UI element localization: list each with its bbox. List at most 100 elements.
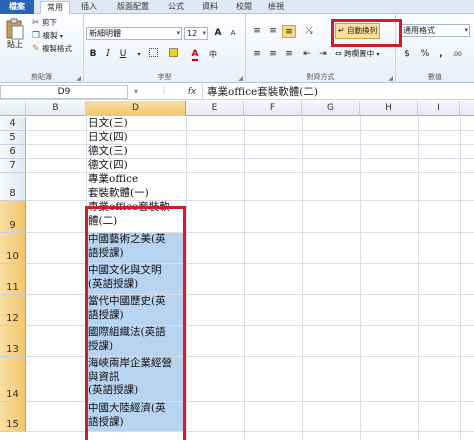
number-format-dropdown[interactable]: 通用格式 [400,24,470,37]
font-name-dropdown[interactable]: 新細明體 [86,27,182,40]
copy-button[interactable]: ❐ 複製 ▾ [32,31,63,42]
bold-button[interactable]: B [86,48,100,61]
tab-page-layout[interactable]: 版面配置 [110,1,156,14]
tab-formulas[interactable]: 公式 [162,1,190,14]
tab-view[interactable]: 檢視 [262,1,290,14]
tab-review[interactable]: 校閱 [230,1,258,14]
font-launcher-icon[interactable]: ◢ [238,75,243,82]
cut-button[interactable]: ✂ 剪下 [32,18,57,28]
italic-button[interactable]: I [101,48,115,61]
decrease-indent-button[interactable]: ⇤ [300,48,314,61]
grid-line [360,116,361,440]
alignment-group: ≡ ≡ ≡ ⤯ ↵ 自動換列 ≡ ≡ ≡ ⇤ ⇥ ⇔ 跨欄置中 ▾ 對齊方式 ◢ [246,14,396,83]
grow-font-button[interactable]: A [211,27,225,40]
insert-function-button[interactable]: fx [184,85,200,99]
formula-bar: D9 ▾ ⋮ fx 專業office套裝軟體(二) [0,84,474,100]
column-header-j[interactable] [460,101,474,116]
fill-color-button[interactable] [166,48,180,61]
row-header-14[interactable]: 14 [0,357,26,402]
row-header-8[interactable]: 8 [0,173,26,201]
tab-data[interactable]: 資料 [196,1,224,14]
wrap-text-button[interactable]: ↵ 自動換列 [335,23,381,39]
row-header-10[interactable]: 10 [0,233,26,264]
cell-d11[interactable]: 中國文化與文明 (英語授課) [86,264,184,294]
cell-text-line: 國際組織法(英語 [88,326,166,338]
column-header-d[interactable]: D [86,101,186,116]
align-bottom-icon: ≡ [285,27,293,37]
row-header-4[interactable]: 4 [0,117,26,131]
row-header-7[interactable]: 7 [0,159,26,173]
decimal-icon[interactable]: .00 [450,48,464,61]
underline-dropdown-icon[interactable]: ▾ [132,48,146,61]
row-header-15[interactable]: 15 [0,402,26,432]
currency-button[interactable]: $ [400,48,414,61]
border-button[interactable] [146,48,160,61]
tab-home[interactable]: 常用 [40,1,70,15]
row-header-11[interactable]: 11 [0,264,26,295]
decrease-indent-icon: ⇤ [303,49,311,59]
underline-button[interactable]: U [116,48,130,61]
ribbon: 貼上 ✂ 剪下 ❐ 複製 ▾ ✎ 複製格式 剪貼簿 ◢ 新細明體 12 A A … [0,14,474,83]
font-name-value: 新細明體 [89,29,121,38]
cell-d5[interactable]: 日文(四) [86,131,184,144]
column-header-b[interactable]: B [26,101,86,116]
paste-button[interactable]: 貼上 [3,18,27,50]
increase-indent-button[interactable]: ⇥ [316,48,330,61]
column-header-e[interactable]: E [186,101,244,116]
orientation-button[interactable]: ⤯ [302,25,316,38]
align-right-button[interactable]: ≡ [282,48,296,61]
cell-d7[interactable]: 德文(四) [86,159,184,172]
grid-line [418,116,419,440]
comma-button[interactable]: , [434,48,448,61]
cell-text-line: 海峽兩岸企業經營 [88,357,172,369]
name-box-dropdown-icon[interactable]: ▾ [134,87,138,96]
cell-d15[interactable]: 中國大陸經濟(英 語授課) [86,402,184,431]
align-center-icon: ≡ [269,49,277,59]
cell-d12[interactable]: 當代中國歷史(英 語授課) [86,295,184,325]
cut-label: 剪下 [41,18,57,27]
column-header-h[interactable]: H [360,101,418,116]
tab-insert[interactable]: 插入 [75,1,103,14]
cell-text-line: 套裝軟體(一) [88,186,149,199]
clipboard-launcher-icon[interactable]: ◢ [76,75,81,82]
row-header-9[interactable]: 9 [0,201,26,233]
font-size-dropdown[interactable]: 12 [184,27,208,40]
align-left-button[interactable]: ≡ [250,48,264,61]
cell-d8[interactable]: 專業office 套裝軟體(一) [86,173,184,200]
select-all-corner[interactable] [0,101,26,116]
cell-text-line: 當代中國歷史(英 [88,295,166,307]
align-center-button[interactable]: ≡ [266,48,280,61]
cell-text-line: 德文(三) [88,145,128,157]
name-box[interactable]: D9 [0,85,128,99]
cell-text-line: 中國大陸經濟(英 [88,402,166,414]
cell-text-line: 專業office [88,173,139,185]
cell-text-line: 中國文化與文明 [88,264,162,276]
font-size-value: 12 [187,29,198,38]
cell-d14[interactable]: 海峽兩岸企業經營 與資訊 (英語授課) [86,357,184,401]
column-header-g[interactable]: G [302,101,360,116]
column-header-f[interactable]: F [244,101,302,116]
row-header-6[interactable]: 6 [0,145,26,159]
format-painter-button[interactable]: ✎ 複製格式 [32,44,72,54]
row-header-5[interactable]: 5 [0,131,26,145]
cell-d6[interactable]: 德文(三) [86,145,184,158]
merge-center-button[interactable]: ⇔ 跨欄置中 ▾ [335,49,380,60]
alignment-launcher-icon[interactable]: ◢ [388,75,393,82]
column-header-i[interactable]: I [418,101,460,116]
row-header-13[interactable]: 13 [0,326,26,357]
align-bottom-button[interactable]: ≡ [282,25,296,38]
shrink-font-button[interactable]: A [226,27,240,40]
cell-d9[interactable]: 專業office套裝軟 體(二) [86,201,184,232]
cell-d13[interactable]: 國際組織法(英語 授課) [86,326,184,356]
phonetic-button[interactable]: 中 [206,48,220,61]
formula-input[interactable]: 專業office套裝軟體(二) [202,84,474,100]
font-color-button[interactable]: A [188,48,202,61]
percent-button[interactable]: % [418,48,432,61]
cell-d10[interactable]: 中國藝術之美(英 語授課) [86,233,184,263]
align-top-button[interactable]: ≡ [250,25,264,38]
tab-file[interactable]: 檔案 [0,0,34,14]
row-header-12[interactable]: 12 [0,295,26,326]
align-middle-button[interactable]: ≡ [266,25,280,38]
number-group: 通用格式 $ % , .00 數值 [396,14,474,83]
cell-d4[interactable]: 日文(三) [86,117,184,130]
